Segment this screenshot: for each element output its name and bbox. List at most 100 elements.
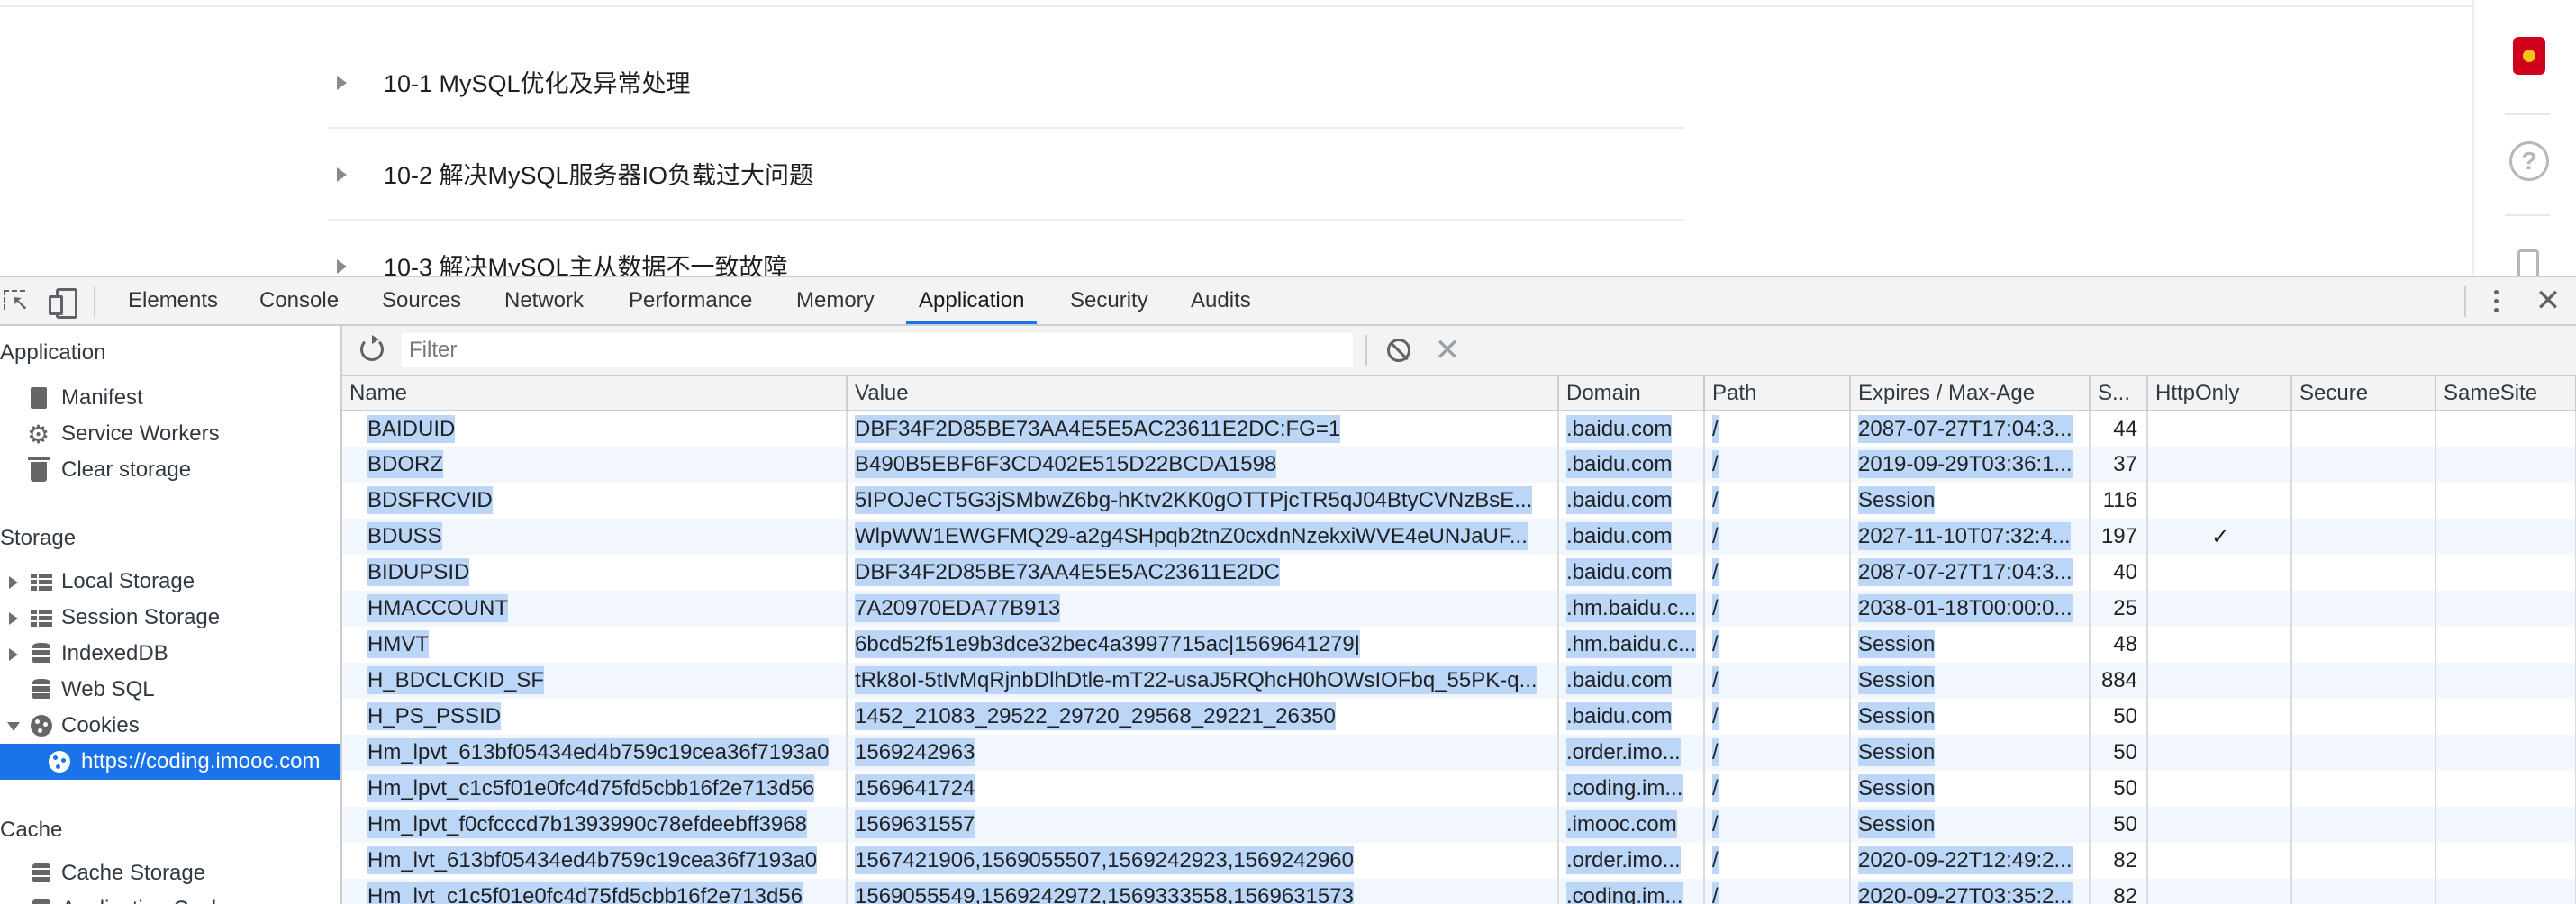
cell-value[interactable]: 7A20970EDA77B913 xyxy=(847,591,1559,627)
table-row[interactable]: Hm_lpvt_613bf05434ed4b759c19cea36f7193a0… xyxy=(342,735,2576,771)
cell-name[interactable]: H_BDCLCKID_SF xyxy=(342,663,848,699)
cell-size[interactable]: 82 xyxy=(2090,843,2148,879)
table-row[interactable]: BDORZ B490B5EBF6F3CD402E515D22BCDA1598 .ba… xyxy=(342,447,2576,483)
inspect-element-icon[interactable] xyxy=(2,286,31,315)
cell-name[interactable]: Hm_lpvt_613bf05434ed4b759c19cea36f7193a0 xyxy=(342,735,848,771)
cell-expires[interactable]: Session xyxy=(1850,663,2091,699)
sidebar-item-cache-storage[interactable]: Cache Storage xyxy=(0,855,340,891)
tab-console[interactable]: Console xyxy=(256,277,342,324)
cell-path[interactable]: / xyxy=(1704,519,1851,555)
cell-samesite[interactable] xyxy=(2435,807,2576,843)
more-options-icon[interactable] xyxy=(2486,286,2508,317)
cell-httponly[interactable] xyxy=(2147,411,2292,447)
cell-size[interactable]: 40 xyxy=(2090,555,2148,591)
column-header-size[interactable]: S... xyxy=(2090,376,2148,411)
table-row[interactable]: BIDUPSID DBF34F2D85BE73AA4E5E5AC23611E2DC… xyxy=(342,555,2576,591)
cell-domain[interactable]: .coding.im... xyxy=(1558,771,1705,807)
cell-path[interactable]: / xyxy=(1704,411,1851,447)
cell-domain[interactable]: .order.imo... xyxy=(1558,843,1705,879)
cell-secure[interactable] xyxy=(2291,447,2436,483)
tab-performance[interactable]: Performance xyxy=(625,277,756,324)
cell-secure[interactable] xyxy=(2291,735,2436,771)
cell-samesite[interactable] xyxy=(2435,555,2576,591)
cell-secure[interactable] xyxy=(2291,771,2436,807)
tab-network[interactable]: Network xyxy=(501,277,587,324)
chapter-item-10-1[interactable]: 10-1 MySQL优化及异常处理 xyxy=(328,39,1684,129)
tab-sources[interactable]: Sources xyxy=(378,277,465,324)
cell-samesite[interactable] xyxy=(2435,843,2576,879)
cell-httponly[interactable] xyxy=(2147,447,2292,483)
chapter-item-10-2[interactable]: 10-2 解决MySQL服务器IO负载过大问题 xyxy=(328,131,1684,221)
cell-value[interactable]: 5IPOJeCT5G3jSMbwZ6bg-hKtv2KK0gOTTPjcTR5q… xyxy=(847,483,1559,519)
table-row[interactable]: H_PS_PSSID 1452_21083_29522_29720_29568_2… xyxy=(342,699,2576,735)
cell-expires[interactable]: 2087-07-27T17:04:3... xyxy=(1850,555,2091,591)
cell-samesite[interactable] xyxy=(2435,591,2576,627)
cell-httponly[interactable] xyxy=(2147,699,2292,735)
filter-input[interactable] xyxy=(402,333,1353,367)
cell-secure[interactable] xyxy=(2291,519,2436,555)
cell-httponly[interactable] xyxy=(2147,663,2292,699)
cell-httponly[interactable] xyxy=(2147,807,2292,843)
cell-samesite[interactable] xyxy=(2435,519,2576,555)
cell-expires[interactable]: 2019-09-29T03:36:1... xyxy=(1850,447,2091,483)
table-row[interactable]: Hm_lpvt_f0cfcccd7b1393990c78efdeebff3968… xyxy=(342,807,2576,843)
expand-triangle-icon[interactable] xyxy=(337,76,347,90)
cell-secure[interactable] xyxy=(2291,591,2436,627)
cell-samesite[interactable] xyxy=(2435,483,2576,519)
cell-name[interactable]: HMACCOUNT xyxy=(342,591,848,627)
cell-httponly[interactable] xyxy=(2147,627,2292,663)
tab-elements[interactable]: Elements xyxy=(124,277,222,324)
chapter-title[interactable]: 10-2 解决MySQL服务器IO负载过大问题 xyxy=(384,156,813,191)
cell-expires[interactable]: Session xyxy=(1850,771,2091,807)
cell-size[interactable]: 884 xyxy=(2090,663,2148,699)
cell-httponly[interactable] xyxy=(2147,771,2292,807)
collapse-arrow-icon[interactable] xyxy=(7,722,20,731)
column-header-name[interactable]: Name xyxy=(342,376,848,411)
cell-expires[interactable]: Session xyxy=(1850,699,2091,735)
cell-value[interactable]: WlpWW1EWGFMQ29-a2g4SHpqb2tnZ0cxdnNzekxiW… xyxy=(847,519,1559,555)
cell-size[interactable]: 116 xyxy=(2090,483,2148,519)
cell-samesite[interactable] xyxy=(2435,627,2576,663)
table-row[interactable]: Hm_lvt_613bf05434ed4b759c19cea36f7193a0 1… xyxy=(342,843,2576,879)
tab-security[interactable]: Security xyxy=(1066,277,1152,324)
sidebar-item-cookie-origin[interactable]: https://coding.imooc.com xyxy=(0,744,340,780)
cell-value[interactable]: 1452_21083_29522_29720_29568_29221_26350 xyxy=(847,699,1559,735)
cell-secure[interactable] xyxy=(2291,663,2436,699)
cell-path[interactable]: / xyxy=(1704,663,1851,699)
cell-samesite[interactable] xyxy=(2435,735,2576,771)
tab-audits[interactable]: Audits xyxy=(1187,277,1255,324)
sidebar-item-cookies[interactable]: Cookies xyxy=(0,708,340,744)
column-header-httponly[interactable]: HttpOnly xyxy=(2147,376,2292,411)
chapter-item-10-3[interactable]: 10-3 解决MySQL主从数据不一致故障 xyxy=(328,222,1684,276)
cell-httponly[interactable] xyxy=(2147,879,2292,904)
cell-value[interactable]: 1569641724 xyxy=(847,771,1559,807)
cell-path[interactable]: / xyxy=(1704,447,1851,483)
column-header-secure[interactable]: Secure xyxy=(2291,376,2436,411)
cell-name[interactable]: Hm_lvt_c1c5f01e0fc4d75fd5cbb16f2e713d56 xyxy=(342,879,848,904)
sidebar-item-session-storage[interactable]: Session Storage xyxy=(0,600,340,636)
cell-path[interactable]: / xyxy=(1704,735,1851,771)
cell-path[interactable]: / xyxy=(1704,627,1851,663)
table-row[interactable]: BDSFRCVID 5IPOJeCT5G3jSMbwZ6bg-hKtv2KK0gO… xyxy=(342,483,2576,519)
expand-triangle-icon[interactable] xyxy=(337,167,347,182)
cell-size[interactable]: 50 xyxy=(2090,699,2148,735)
cell-samesite[interactable] xyxy=(2435,771,2576,807)
cell-secure[interactable] xyxy=(2291,627,2436,663)
device-toolbar-icon[interactable] xyxy=(47,286,77,319)
cell-name[interactable]: BAIDUID xyxy=(342,411,848,447)
cell-value[interactable]: DBF34F2D85BE73AA4E5E5AC23611E2DC:FG=1 xyxy=(847,411,1559,447)
cell-expires[interactable]: Session xyxy=(1850,735,2091,771)
cell-path[interactable]: / xyxy=(1704,879,1851,904)
chapter-title[interactable]: 10-3 解决MySQL主从数据不一致故障 xyxy=(384,248,788,276)
cell-value[interactable]: B490B5EBF6F3CD402E515D22BCDA1598 xyxy=(847,447,1559,483)
cell-secure[interactable] xyxy=(2291,879,2436,904)
cell-path[interactable]: / xyxy=(1704,699,1851,735)
cell-size[interactable]: 44 xyxy=(2090,411,2148,447)
cell-value[interactable]: 1569242963 xyxy=(847,735,1559,771)
cell-domain[interactable]: .baidu.com xyxy=(1558,483,1705,519)
table-row[interactable]: Hm_lpvt_c1c5f01e0fc4d75fd5cbb16f2e713d56… xyxy=(342,771,2576,807)
cell-value[interactable]: DBF34F2D85BE73AA4E5E5AC23611E2DC xyxy=(847,555,1559,591)
cell-size[interactable]: 37 xyxy=(2090,447,2148,483)
cell-size[interactable]: 82 xyxy=(2090,879,2148,904)
cell-name[interactable]: BDORZ xyxy=(342,447,848,483)
